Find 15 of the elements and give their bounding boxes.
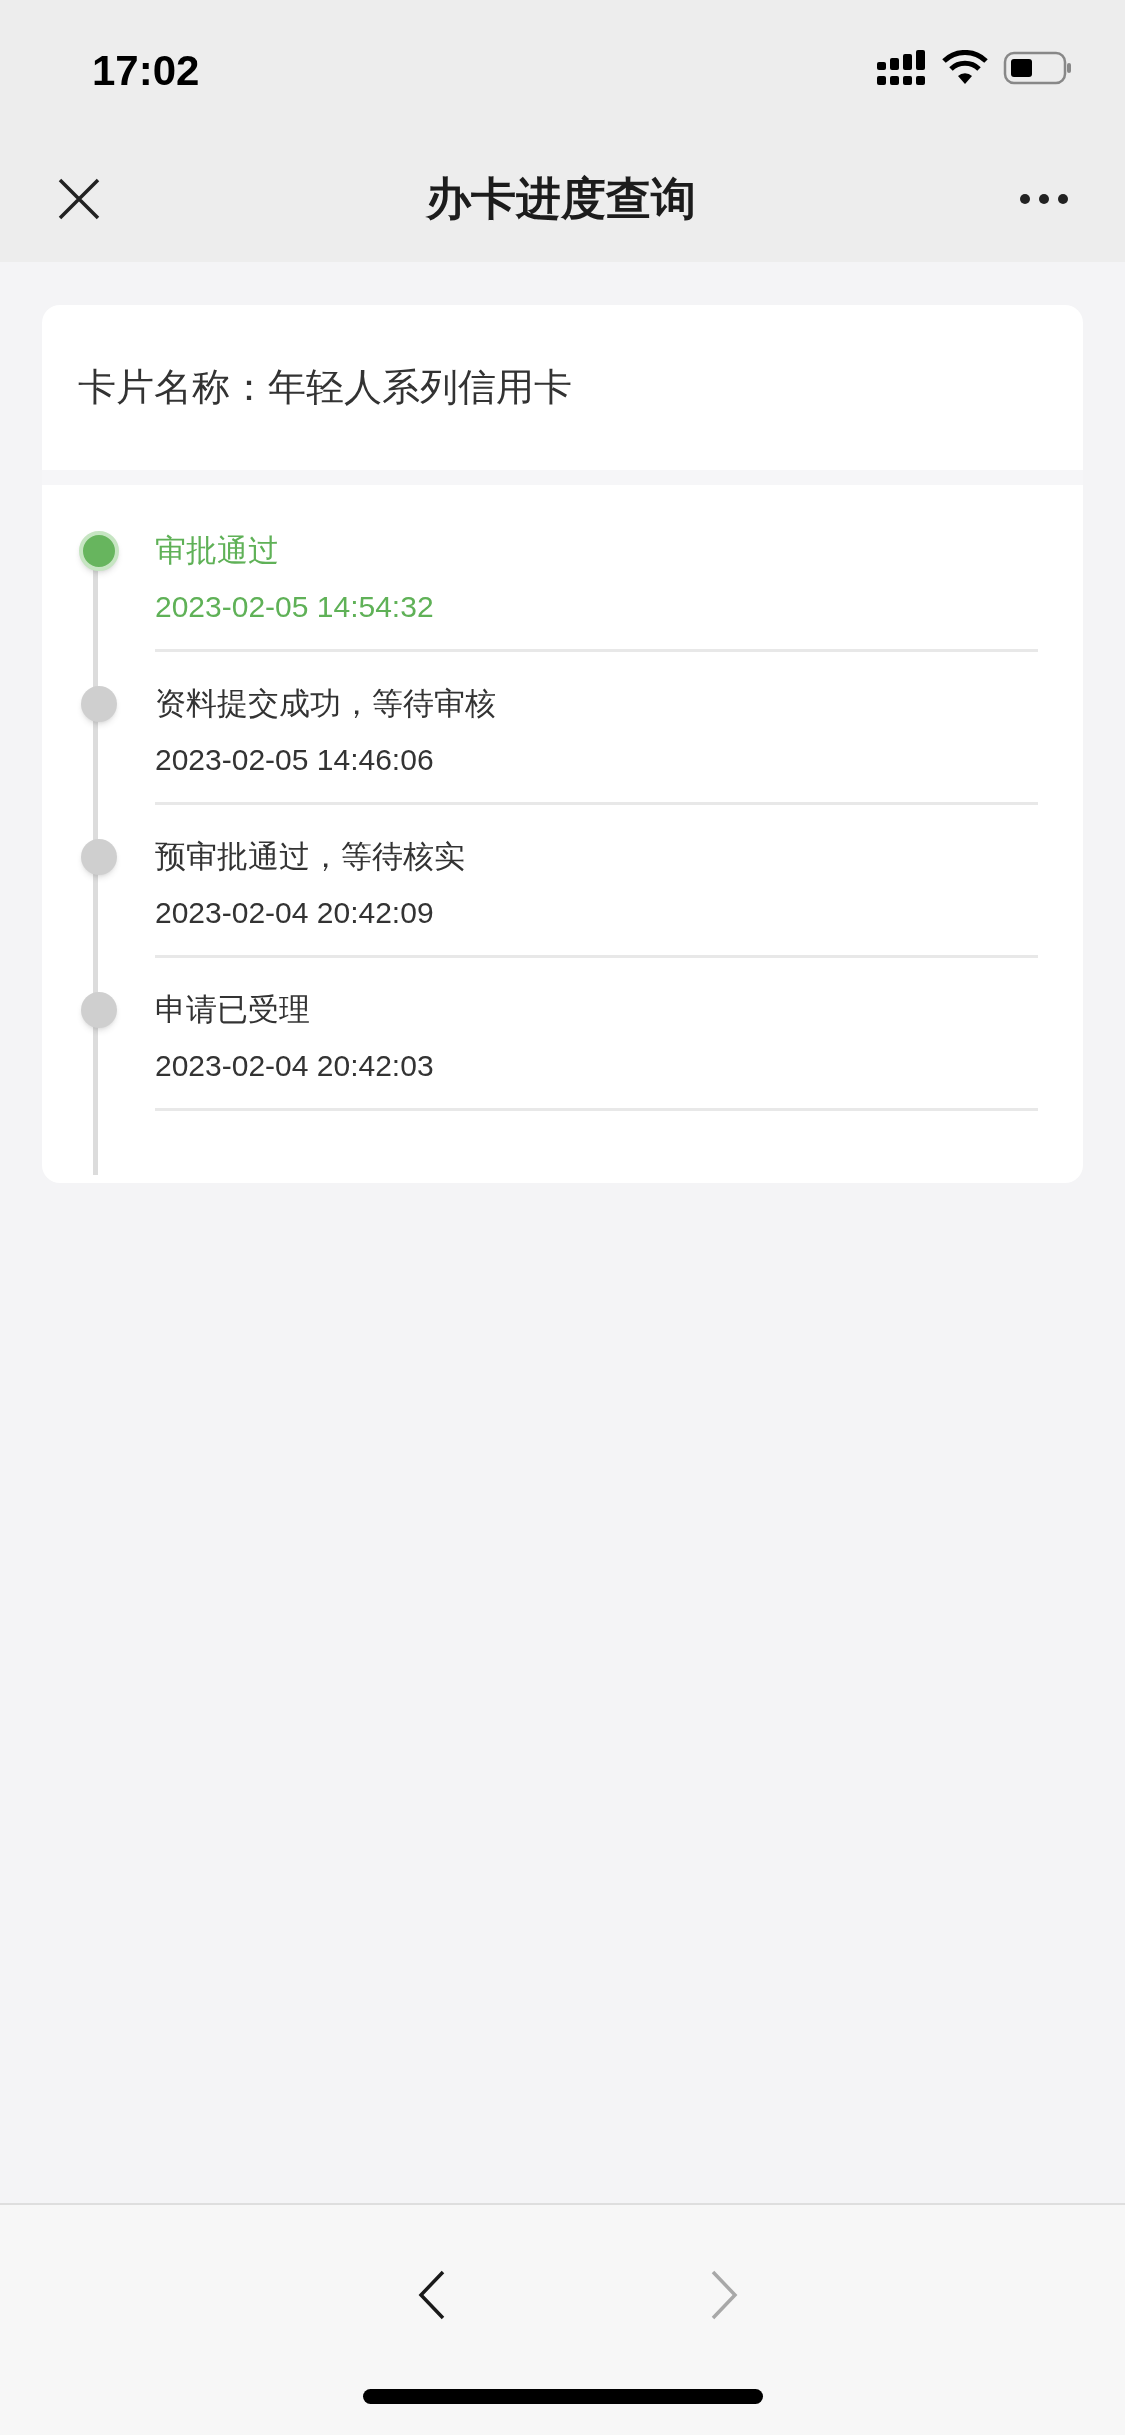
step-time: 2023-02-05 14:54:32 bbox=[155, 589, 435, 625]
status-time: 17:02 bbox=[92, 46, 200, 96]
card-name: 卡片名称：年轻人系列信用卡 bbox=[78, 365, 572, 410]
step-time: 2023-02-04 20:42:09 bbox=[155, 895, 435, 931]
battery-icon bbox=[1003, 49, 1073, 86]
step-title: 预审批通过，等待核实 bbox=[155, 838, 466, 876]
signal-icon bbox=[877, 49, 927, 86]
step-title: 申请已受理 bbox=[155, 991, 311, 1029]
chevron-left-icon[interactable] bbox=[416, 2269, 447, 2321]
step-time: 2023-02-05 14:46:06 bbox=[155, 742, 435, 778]
step-title: 审批通过 bbox=[155, 532, 280, 570]
wifi-icon bbox=[941, 49, 989, 86]
page-title: 办卡进度查询 bbox=[425, 171, 696, 226]
step-time: 2023-02-04 20:42:03 bbox=[155, 1048, 435, 1084]
step-title: 资料提交成功，等待审核 bbox=[155, 685, 497, 723]
